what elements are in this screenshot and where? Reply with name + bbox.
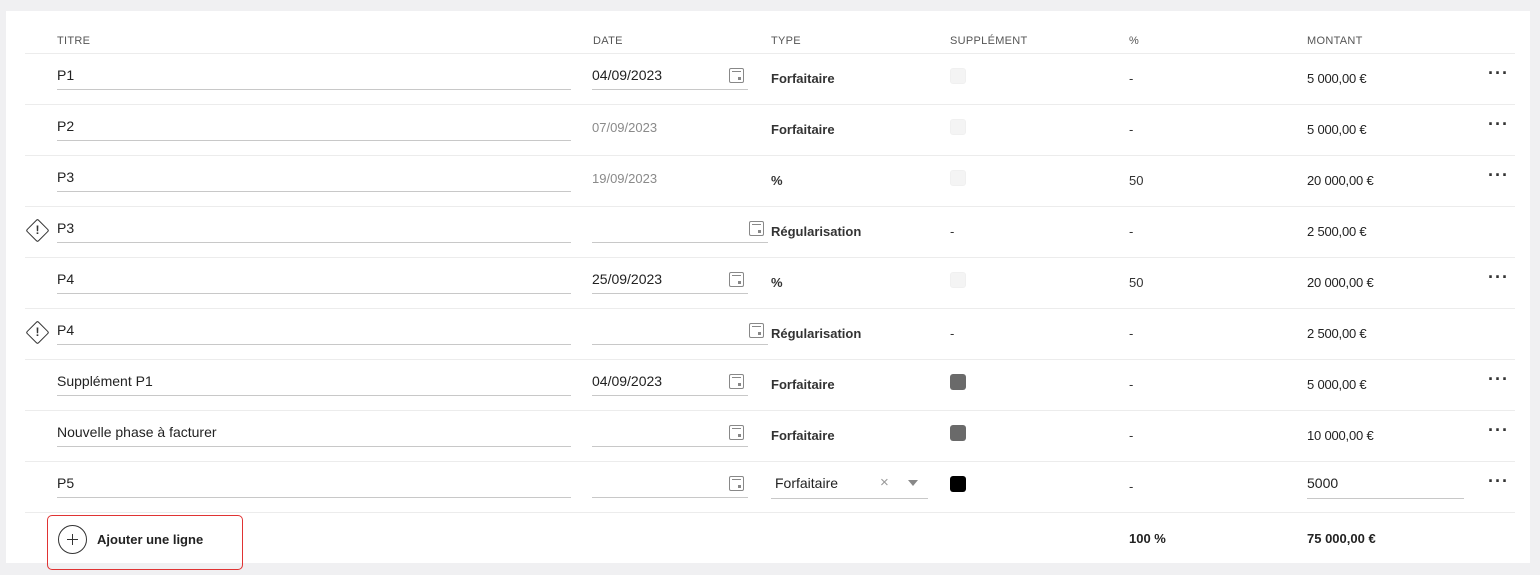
- date-value: 25/09/2023: [592, 271, 663, 287]
- titre-input[interactable]: P3: [57, 220, 571, 243]
- total-montant: 75 000,00 €: [1307, 531, 1376, 546]
- type-value: %: [771, 173, 783, 188]
- montant-value: 2 500,00 €: [1307, 326, 1367, 341]
- type-value: Régularisation: [771, 224, 862, 239]
- calendar-icon[interactable]: [729, 272, 744, 287]
- table-row: ! P4 Régularisation - - 2 500,00 €: [0, 308, 1540, 359]
- montant-value: 20 000,00 €: [1307, 275, 1374, 290]
- type-value: Régularisation: [771, 326, 862, 341]
- supplement-checkbox: [950, 272, 966, 288]
- table-row: P1 04/09/2023 Forfaitaire - 5 000,00 € ·…: [0, 53, 1540, 104]
- chevron-down-icon[interactable]: [908, 480, 918, 486]
- calendar-icon[interactable]: [749, 221, 764, 236]
- titre-input[interactable]: P2: [57, 118, 571, 141]
- date-field: 19/09/2023: [592, 169, 748, 192]
- supplement-checkbox: [950, 119, 966, 135]
- more-options-icon[interactable]: ···: [1488, 369, 1509, 390]
- date-input[interactable]: [592, 424, 748, 447]
- montant-value: 5 000,00 €: [1307, 377, 1367, 392]
- table-row: P4 25/09/2023 % 50 20 000,00 € ···: [0, 257, 1540, 308]
- table-row: ! P3 Régularisation - - 2 500,00 €: [0, 206, 1540, 257]
- date-input[interactable]: [592, 322, 768, 345]
- supplement-checkbox: [950, 68, 966, 84]
- titre-input[interactable]: Nouvelle phase à facturer: [57, 424, 571, 447]
- pct-value: -: [1129, 428, 1134, 443]
- header-type: TYPE: [771, 35, 801, 47]
- type-select[interactable]: Forfaitaire ×: [771, 474, 928, 499]
- calendar-icon[interactable]: [729, 476, 744, 491]
- more-options-icon[interactable]: ···: [1488, 165, 1509, 186]
- header-supplement: SUPPLÉMENT: [950, 35, 1028, 47]
- supplement-value: -: [950, 326, 955, 341]
- date-value: 04/09/2023: [592, 373, 663, 389]
- more-options-icon[interactable]: ···: [1488, 114, 1509, 135]
- more-options-icon[interactable]: ···: [1488, 63, 1509, 84]
- header-date: DATE: [593, 35, 623, 47]
- titre-input[interactable]: P4: [57, 271, 571, 294]
- row-separator: [25, 512, 1515, 513]
- montant-input[interactable]: 5000: [1307, 475, 1464, 499]
- date-input[interactable]: 25/09/2023: [592, 271, 748, 294]
- titre-input[interactable]: P3: [57, 169, 571, 192]
- supplement-checkbox: [950, 374, 966, 390]
- pct-value: -: [1129, 479, 1134, 494]
- total-pct: 100 %: [1129, 531, 1166, 546]
- pct-value: -: [1129, 122, 1134, 137]
- date-input[interactable]: 04/09/2023: [592, 67, 748, 90]
- type-value: %: [771, 275, 783, 290]
- titre-input[interactable]: Supplément P1: [57, 373, 571, 396]
- pct-value: -: [1129, 377, 1134, 392]
- supplement-checkbox: [950, 170, 966, 186]
- date-field: 07/09/2023: [592, 118, 748, 141]
- more-options-icon[interactable]: ···: [1488, 471, 1509, 492]
- more-options-icon[interactable]: ···: [1488, 420, 1509, 441]
- montant-value: 2 500,00 €: [1307, 224, 1367, 239]
- type-value: Forfaitaire: [771, 377, 835, 392]
- supplement-value: -: [950, 224, 955, 239]
- montant-value: 10 000,00 €: [1307, 428, 1374, 443]
- montant-value: 5 000,00 €: [1307, 71, 1367, 86]
- date-input[interactable]: [592, 475, 748, 498]
- pct-value: 50: [1129, 275, 1144, 290]
- header-titre: TITRE: [57, 35, 91, 47]
- add-line-label: Ajouter une ligne: [97, 532, 204, 547]
- type-value: Forfaitaire: [771, 122, 835, 137]
- date-value: 04/09/2023: [592, 67, 663, 83]
- pct-value: 50: [1129, 173, 1144, 188]
- table-row: Supplément P1 04/09/2023 Forfaitaire - 5…: [0, 359, 1540, 410]
- warning-icon-mark: !: [35, 325, 40, 339]
- add-line-button[interactable]: Ajouter une ligne: [47, 515, 243, 570]
- header-montant: MONTANT: [1307, 35, 1363, 47]
- header-pct: %: [1129, 35, 1140, 47]
- supplement-checkbox: [950, 425, 966, 441]
- calendar-icon[interactable]: [729, 374, 744, 389]
- more-options-icon[interactable]: ···: [1488, 267, 1509, 288]
- titre-input[interactable]: P5: [57, 475, 571, 498]
- date-input[interactable]: [592, 220, 768, 243]
- type-value: Forfaitaire: [771, 71, 835, 86]
- supplement-checkbox[interactable]: [950, 476, 966, 492]
- pct-value: -: [1129, 326, 1134, 341]
- pct-value: -: [1129, 71, 1134, 86]
- table-row: Nouvelle phase à facturer Forfaitaire - …: [0, 410, 1540, 461]
- warning-icon-mark: !: [35, 223, 40, 237]
- plus-circle-icon: [58, 525, 87, 554]
- date-value: 07/09/2023: [592, 120, 658, 135]
- montant-value: 5 000,00 €: [1307, 122, 1367, 137]
- montant-value: 20 000,00 €: [1307, 173, 1374, 188]
- calendar-icon[interactable]: [729, 425, 744, 440]
- clear-icon[interactable]: ×: [880, 474, 889, 491]
- titre-input[interactable]: P1: [57, 67, 571, 90]
- type-value: Forfaitaire: [771, 428, 835, 443]
- calendar-icon[interactable]: [729, 68, 744, 83]
- calendar-icon[interactable]: [749, 323, 764, 338]
- table-row: P3 19/09/2023 % 50 20 000,00 € ···: [0, 155, 1540, 206]
- table-row: P2 07/09/2023 Forfaitaire - 5 000,00 € ·…: [0, 104, 1540, 155]
- pct-value: -: [1129, 224, 1134, 239]
- date-value: 19/09/2023: [592, 171, 658, 186]
- type-select-value: Forfaitaire: [775, 475, 839, 491]
- titre-input[interactable]: P4: [57, 322, 571, 345]
- date-input[interactable]: 04/09/2023: [592, 373, 748, 396]
- table-row: P5 Forfaitaire × - 5000 ···: [0, 461, 1540, 512]
